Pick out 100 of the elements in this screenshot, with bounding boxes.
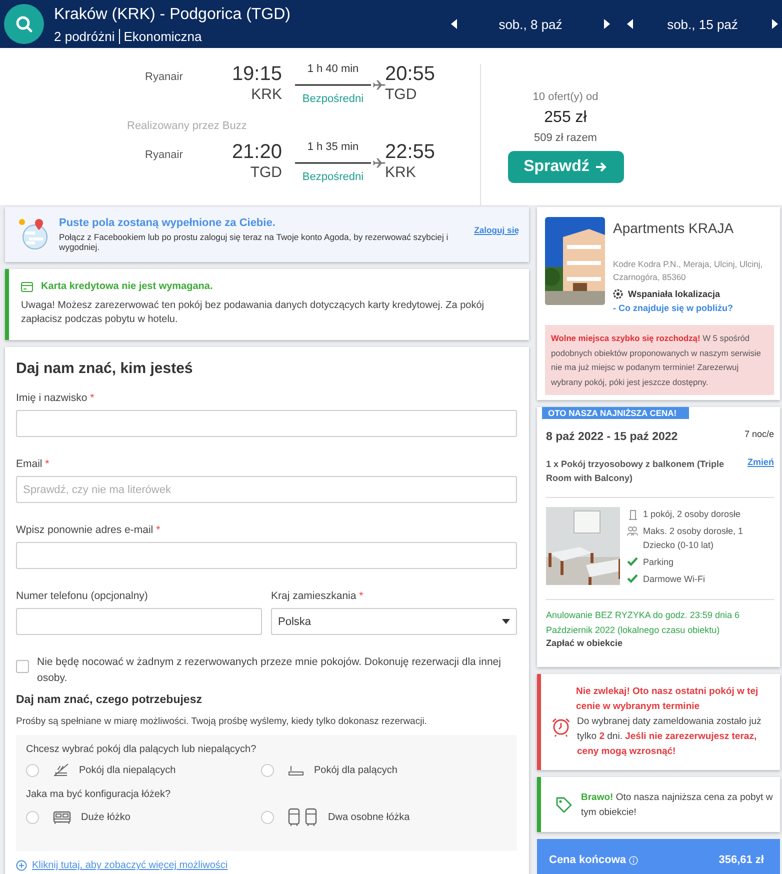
option-label: Pokój dla niepalących — [79, 764, 176, 776]
availability-alert: Wolne miejsca szybko się rozchodzą! W 5 spośród podobnych obiektów proponowanych w naszym serwisie nie ma już miejsc w podanym terminie! Zarezerwuj wybrany pokój, póki jest jeszcze dostępny. — [545, 325, 774, 395]
price-text: 255 zł — [544, 109, 587, 127]
cancellation-text: Anulowanie BEZ RYZYKA do godz. 23:59 dnia 6 Październik 2022 (lokalnego czasu obiektu) — [546, 609, 740, 637]
caret-left-icon[interactable] — [627, 19, 633, 29]
stops-text: Bezpośredni — [301, 93, 365, 105]
change-link[interactable]: Zmień — [747, 457, 774, 467]
feature-text: Maks. 2 osoby dorosłe, 1 Dziecko (0-10 lat) — [643, 525, 744, 552]
arrival-code: KRK — [385, 164, 417, 182]
lowest-price-ribbon: OTO NASZA NAJNIŻSZA CENA! — [542, 407, 689, 419]
radio-button[interactable] — [261, 810, 274, 824]
banner-title: Puste pola zostaną wypełnione za Ciebie. — [59, 217, 276, 229]
stops-text: Bezpośredni — [301, 171, 365, 183]
arrival-time: 22:55 — [385, 140, 436, 164]
checkmark-icon — [627, 574, 638, 583]
alarm-clock-icon — [551, 717, 571, 737]
stay-dates: 8 paź 2022 - 15 paź 2022 — [546, 431, 678, 443]
no-smoking-icon — [53, 763, 69, 777]
departure-code: TGD — [249, 164, 282, 182]
info-icon[interactable] — [629, 856, 638, 864]
login-link[interactable]: Zaloguj się — [474, 225, 519, 235]
room-name: 1 x Pokój trzyosobowy z balkonem (Triple Room with Balcony) — [546, 458, 726, 485]
price-tag-icon — [555, 796, 573, 814]
location-badge-text: Wspaniała lokalizacja — [628, 289, 720, 299]
feature-text: Darmowe Wi-Fi — [643, 573, 705, 586]
route-line-plane-icon — [295, 80, 387, 90]
hotel-address: Kodre Kodra P.N., Meraja, Ulcinj, Ulcinj, Czarnogóra, 85360 — [613, 258, 764, 284]
double-bed-icon — [53, 810, 71, 824]
checkbox-label: Nie będę nocować w żadnym z rezerwowanych przeze mnie pokojów. Dokonuję rezerwacji dla innej osoby. — [37, 655, 502, 686]
date-text[interactable]: sob., 8 paź — [498, 16, 562, 32]
caret-down-icon — [502, 619, 510, 624]
hotel-name: Apartments KRAJA — [613, 220, 735, 236]
total-price-text: 509 zł razem — [534, 132, 597, 144]
twin-beds-icon — [288, 808, 318, 826]
arrival-time: 20:55 — [385, 62, 436, 86]
radio-button[interactable] — [26, 810, 39, 824]
field-label: Numer telefonu (opcjonalny) — [16, 590, 149, 602]
section-heading: Daj nam znać, czego potrzebujesz — [16, 694, 203, 706]
urgency-title: Nie zwlekaj! Oto nasz ostatni pokój w tej cenie w wybranym terminie — [575, 685, 760, 714]
more-options-link[interactable]: Kliknij tutaj, aby zobaczyć więcej możliwości — [32, 860, 228, 871]
question-text: Chcesz wybrać pokój dla palących lub niepalących? — [26, 744, 258, 755]
field-label: Imię i nazwisko * — [16, 392, 96, 404]
total-price: 356,61 zł — [718, 854, 764, 866]
travellers-text: 2 podróżni — [54, 28, 120, 44]
operated-by-text: Realizowany przez Buzz — [126, 120, 248, 134]
urgency-text: Do wybranej daty zameldowania zostało już tylko 2 dni. Jeśli nie zarezerwujesz teraz, ceny mogą wzrosnąć! — [577, 715, 762, 759]
banner-text: Połącz z Facebookiem lub po prostu zaloguj się teraz na Twoje konto Agoda, by rezerwować szybciej i wygodniej. — [59, 232, 450, 252]
feature-text: Parking — [643, 556, 674, 569]
departure-time: 19:15 — [230, 62, 282, 86]
credit-card-icon — [21, 282, 33, 292]
question-text: Jaka ma być konfiguracja łóżek? — [26, 789, 172, 800]
plus-circle-icon — [16, 860, 27, 871]
notice-text: Uwaga! Możesz zarezerwować ten pokój bez podawania danych dotyczących karty kredytowej. Za pokój zapłacisz podczas pobytu w hotelu. — [21, 299, 486, 327]
radio-button[interactable] — [26, 764, 39, 776]
airline-name: Ryanair — [144, 148, 184, 163]
departure-code: KRK — [250, 86, 282, 104]
notice-title: Karta kredytowa nie jest wymagana. — [41, 281, 213, 292]
option-label: Pokój dla palących — [314, 764, 398, 776]
input-field[interactable] — [16, 608, 262, 635]
badge-icon — [613, 289, 623, 299]
route-title: Kraków (KRK) - Podgorica (TGD) — [54, 4, 292, 24]
nearby-link[interactable]: - Co znajduje się w pobliżu? — [613, 303, 774, 313]
arrow-right-icon — [595, 161, 608, 173]
section-note: Prośby są spełniane w miarę możliwości. Twoją prośbę wyślemy, kiedy tylko dokonasz rezerwacji. — [16, 716, 428, 727]
caret-right-icon[interactable] — [772, 19, 778, 29]
option-label: Dwa osobne łóżka — [328, 812, 410, 822]
input-field[interactable] — [16, 542, 517, 569]
field-label: Email * — [16, 458, 50, 470]
cabin-class-text: Ekonomiczna — [124, 28, 202, 44]
nights-text: 7 noc/e — [744, 429, 774, 441]
field-label: Kraj zamieszkania * — [271, 590, 364, 602]
people-icon — [627, 526, 638, 536]
check-button[interactable]: Sprawdź — [508, 151, 624, 183]
duration-text: 1 h 40 min — [306, 62, 360, 76]
input-field[interactable]: Sprawdź, czy nie ma literówek — [16, 476, 517, 503]
field-label: Wpisz ponownie adres e-mail * — [16, 524, 162, 536]
country-select[interactable]: Polska — [271, 608, 517, 635]
checkbox[interactable] — [16, 660, 29, 673]
caret-right-icon[interactable] — [604, 19, 610, 29]
feature-text: 1 pokój, 2 osoby dorosłe — [643, 508, 741, 521]
route-line-plane-icon — [295, 158, 387, 168]
search-icon — [15, 15, 33, 33]
door-icon — [628, 509, 636, 520]
radio-button[interactable] — [261, 764, 274, 776]
input-field[interactable] — [16, 410, 517, 437]
payment-text: Zapłać w obiekcie — [546, 638, 624, 648]
arrival-code: TGD — [385, 86, 418, 104]
option-label: Duże łóżko — [81, 812, 130, 822]
form-heading: Daj nam znać, kim jesteś — [16, 360, 194, 377]
caret-left-icon[interactable] — [451, 19, 457, 29]
search-button[interactable] — [4, 4, 44, 44]
duration-text: 1 h 35 min — [306, 140, 360, 154]
checkmark-icon — [627, 557, 638, 566]
date-text[interactable]: sob., 15 paź — [667, 16, 738, 32]
departure-time: 21:20 — [230, 140, 282, 164]
offer-count-text: 10 ofert(y) od — [532, 91, 598, 103]
cigarette-icon — [288, 763, 304, 777]
best-price-text: Brawo! Oto nasza najniższa cena za pobyt w tym obiekcie! — [581, 790, 774, 820]
total-label: Cena końcowa — [549, 854, 626, 866]
airline-name: Ryanair — [144, 70, 184, 85]
